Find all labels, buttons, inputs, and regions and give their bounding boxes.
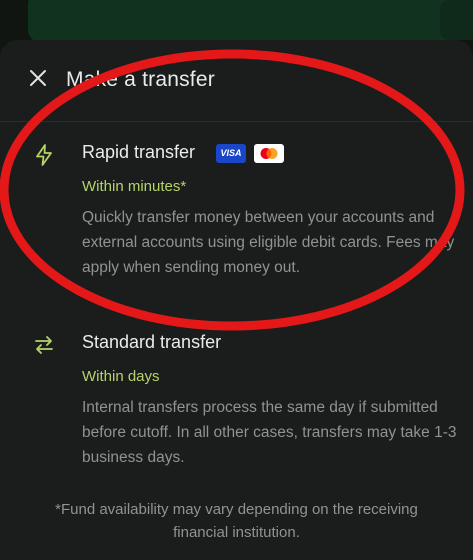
disclaimer-footnote: *Fund availability may vary depending on… (55, 501, 418, 541)
background-card (440, 0, 473, 40)
close-icon[interactable] (26, 66, 50, 90)
screen: Make a transfer Rapid transfer VISA With… (0, 0, 473, 560)
option-description: Quickly transfer money between your acco… (82, 209, 455, 276)
lightning-icon (32, 143, 56, 167)
transfer-bottom-sheet: Make a transfer Rapid transfer VISA With… (0, 40, 473, 560)
standard-transfer-option[interactable]: Standard transfer Within days Internal t… (0, 325, 473, 470)
mastercard-badge (254, 144, 284, 163)
visa-badge: VISA (216, 144, 246, 163)
option-subtitle: Within days (82, 368, 160, 385)
background-card (28, 0, 458, 42)
option-description: Internal transfers process the same day … (82, 399, 457, 466)
sheet-header: Make a transfer (0, 40, 473, 122)
option-subtitle: Within minutes* (82, 178, 187, 195)
rapid-transfer-option[interactable]: Rapid transfer VISA Within minutes* Quic… (0, 135, 473, 310)
option-title: Standard transfer (82, 332, 222, 352)
page-title: Make a transfer (66, 68, 215, 91)
swap-arrows-icon (32, 333, 56, 357)
option-title: Rapid transfer (82, 142, 196, 162)
